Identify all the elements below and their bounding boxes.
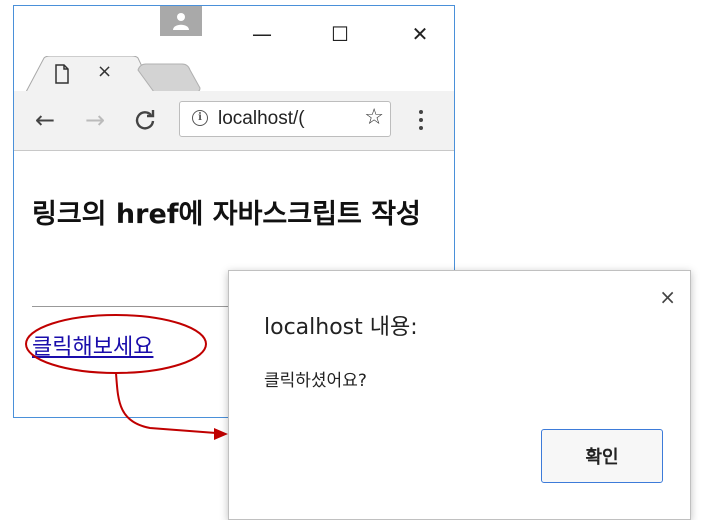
minimize-button[interactable]: — bbox=[242, 14, 282, 54]
forward-button[interactable]: → bbox=[80, 105, 110, 135]
dialog-close-button[interactable]: × bbox=[659, 285, 676, 309]
reload-icon bbox=[135, 110, 155, 130]
dialog-title: localhost 내용: bbox=[264, 315, 418, 340]
tab-shapes bbox=[25, 56, 201, 93]
close-window-button[interactable]: ✕ bbox=[400, 14, 440, 54]
click-link[interactable]: 클릭해보세요 bbox=[32, 329, 153, 361]
title-bar: — ☐ ✕ × bbox=[14, 6, 454, 93]
address-bar[interactable]: i localhost/( ☆ bbox=[179, 101, 391, 137]
reload-button[interactable] bbox=[130, 105, 160, 135]
tab-close-button[interactable]: × bbox=[97, 62, 112, 82]
alert-dialog: localhost 내용: × 클릭하셨어요? 확인 bbox=[228, 270, 691, 520]
page-heading: 링크의 href에 자바스크립트 작성 bbox=[32, 199, 421, 230]
page-icon bbox=[55, 64, 69, 84]
maximize-icon: ☐ bbox=[331, 22, 349, 46]
person-icon bbox=[173, 13, 189, 30]
url-text: localhost/( bbox=[218, 108, 305, 129]
toolbar: ← → i localhost/( ☆ bbox=[14, 91, 454, 151]
close-icon: ✕ bbox=[411, 22, 429, 46]
back-button[interactable]: ← bbox=[30, 105, 60, 135]
forward-arrow-icon: → bbox=[84, 106, 106, 134]
info-icon[interactable]: i bbox=[192, 110, 208, 126]
back-arrow-icon: ← bbox=[34, 106, 56, 134]
dialog-message: 클릭하셨어요? bbox=[264, 371, 367, 391]
ok-button[interactable]: 확인 bbox=[541, 429, 663, 483]
menu-icon[interactable] bbox=[414, 105, 428, 135]
profile-button[interactable] bbox=[160, 6, 202, 36]
star-icon[interactable]: ☆ bbox=[364, 105, 384, 130]
minimize-icon: — bbox=[252, 22, 272, 46]
arrow-head-icon bbox=[214, 428, 228, 440]
tab-strip: × bbox=[14, 56, 454, 93]
maximize-button[interactable]: ☐ bbox=[320, 14, 360, 54]
